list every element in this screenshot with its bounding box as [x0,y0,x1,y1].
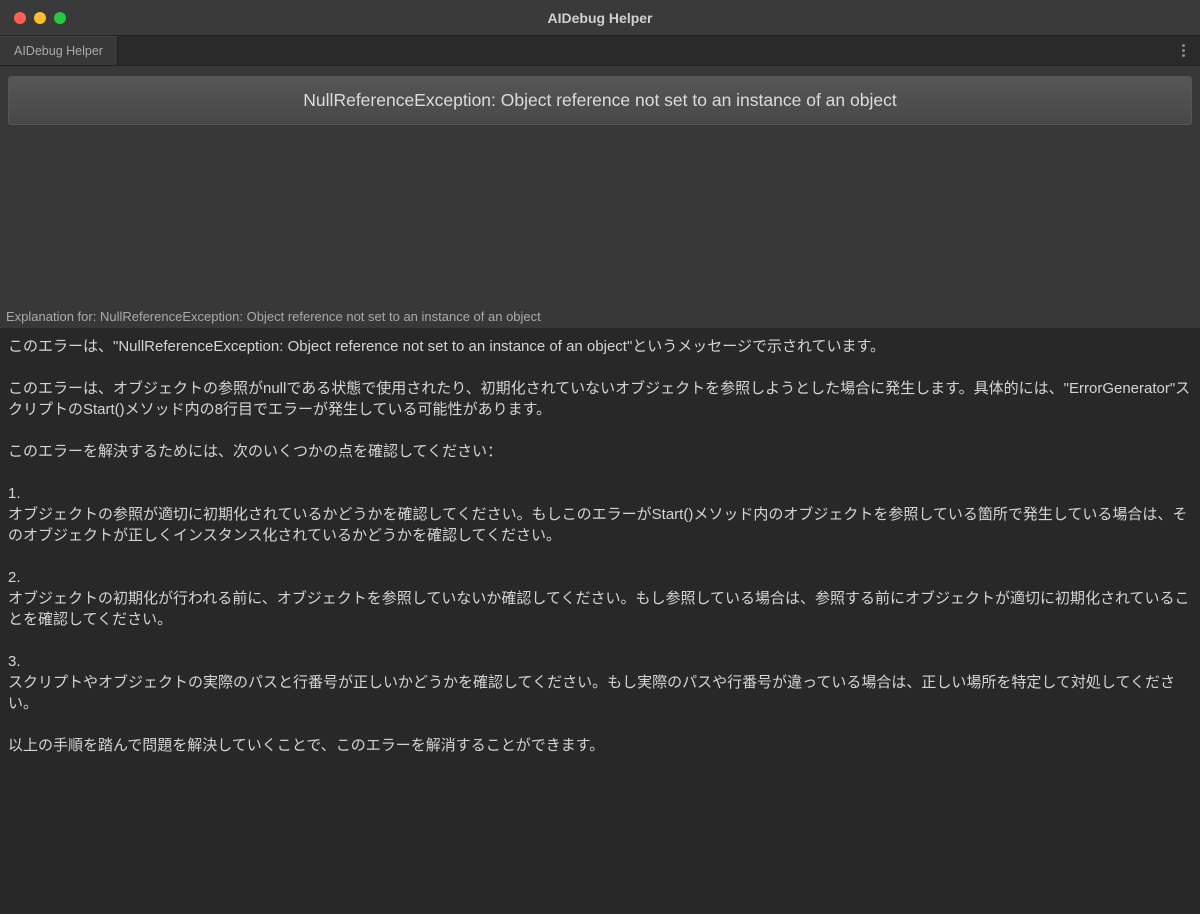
minimize-window-button[interactable] [34,12,46,24]
error-banner[interactable]: NullReferenceException: Object reference… [8,76,1192,125]
panel-spacer [0,135,1200,305]
close-window-button[interactable] [14,12,26,24]
tab-label: AIDebug Helper [14,44,103,58]
window-title: AIDebug Helper [547,10,652,26]
explanation-header: Explanation for: NullReferenceException:… [0,305,1200,328]
error-message: NullReferenceException: Object reference… [303,90,896,110]
kebab-icon [1182,44,1185,57]
tab-strip: AIDebug Helper [0,36,1200,66]
title-bar: AIDebug Helper [0,0,1200,36]
window-controls [0,12,66,24]
content-area: NullReferenceException: Object reference… [0,66,1200,914]
explanation-body[interactable]: このエラーは、"NullReferenceException: Object r… [0,328,1200,914]
tab-options-button[interactable] [1174,42,1192,60]
maximize-window-button[interactable] [54,12,66,24]
tab-aidebug-helper[interactable]: AIDebug Helper [0,36,118,65]
